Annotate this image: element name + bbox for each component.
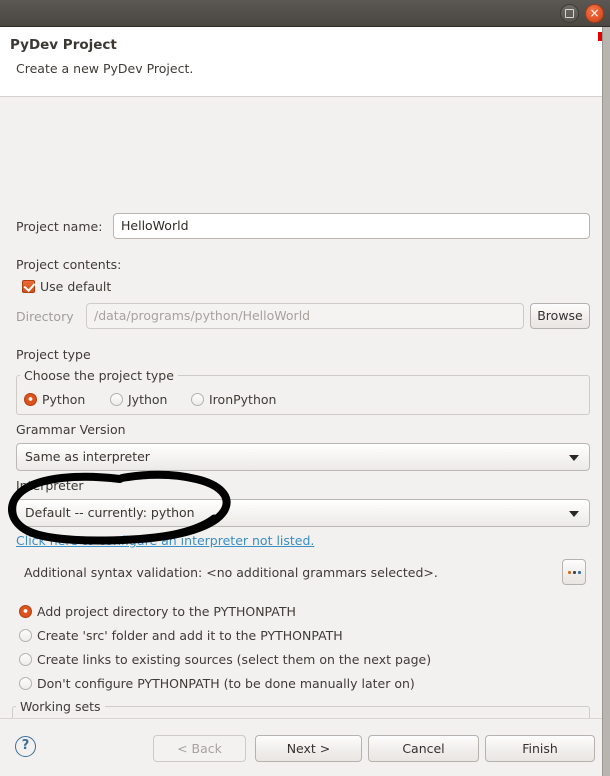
restore-icon bbox=[565, 9, 574, 18]
help-icon[interactable]: ? bbox=[15, 736, 36, 757]
radio-ironpython-label: IronPython bbox=[209, 392, 277, 407]
directory-label: Directory bbox=[16, 309, 74, 324]
dots-icon bbox=[568, 571, 571, 574]
chevron-down-icon bbox=[569, 455, 579, 461]
grammar-version-value: Same as interpreter bbox=[25, 449, 150, 464]
radio-dont-configure[interactable] bbox=[19, 677, 32, 690]
cancel-button[interactable]: Cancel bbox=[368, 735, 479, 762]
directory-input[interactable]: /data/programs/python/HelloWorld bbox=[86, 303, 524, 329]
use-default-label: Use default bbox=[40, 279, 112, 294]
window-titlebar: × bbox=[0, 0, 610, 27]
chevron-down-icon bbox=[569, 511, 579, 517]
radio-create-links[interactable] bbox=[19, 653, 32, 666]
radio-create-src-folder[interactable] bbox=[19, 629, 32, 642]
wizard-header: PyDev Project Create a new PyDev Project… bbox=[0, 27, 610, 97]
interpreter-value: Default -- currently: python bbox=[25, 505, 195, 520]
configure-interpreter-link[interactable]: Click here to configure an interpreter n… bbox=[16, 533, 314, 548]
radio-jython[interactable] bbox=[110, 393, 123, 406]
pydev-project-wizard-window: × PyDev Project Create a new PyDev Proje… bbox=[0, 0, 610, 776]
syntax-validation-label: Additional syntax validation: <no additi… bbox=[24, 565, 438, 580]
working-sets-group-title: Working sets bbox=[16, 699, 105, 714]
radio-dont-configure-label: Don't configure PYTHONPATH (to be done m… bbox=[37, 676, 415, 691]
project-type-label: Project type bbox=[16, 347, 91, 362]
back-button[interactable]: < Back bbox=[153, 735, 246, 762]
page-subtitle: Create a new PyDev Project. bbox=[16, 61, 194, 76]
project-contents-label: Project contents: bbox=[16, 257, 122, 272]
grammar-version-combo[interactable]: Same as interpreter bbox=[16, 443, 590, 471]
radio-add-project-dir-label: Add project directory to the PYTHONPATH bbox=[37, 604, 296, 619]
grammar-version-label: Grammar Version bbox=[16, 422, 126, 437]
radio-create-src-folder-label: Create 'src' folder and add it to the PY… bbox=[37, 628, 343, 643]
use-default-checkbox[interactable] bbox=[22, 280, 35, 293]
close-icon: × bbox=[589, 6, 600, 20]
page-title: PyDev Project bbox=[10, 37, 117, 53]
project-name-label: Project name: bbox=[16, 219, 103, 234]
radio-python-label: Python bbox=[42, 392, 86, 407]
window-right-edge bbox=[602, 27, 610, 776]
project-type-group-title: Choose the project type bbox=[20, 368, 178, 383]
project-name-input[interactable]: HelloWorld bbox=[113, 213, 590, 239]
wizard-footer: ? < Back Next > Cancel Finish bbox=[0, 718, 602, 776]
radio-ironpython[interactable] bbox=[191, 393, 204, 406]
radio-python[interactable] bbox=[24, 393, 37, 406]
finish-button[interactable]: Finish bbox=[485, 735, 595, 762]
next-button[interactable]: Next > bbox=[255, 735, 362, 762]
browse-button[interactable]: Browse bbox=[530, 303, 590, 329]
close-window-button[interactable]: × bbox=[585, 4, 604, 23]
radio-jython-label: Jython bbox=[128, 392, 168, 407]
syntax-validation-more-button[interactable] bbox=[562, 559, 586, 585]
interpreter-label: Interpreter bbox=[16, 478, 84, 493]
radio-add-project-dir[interactable] bbox=[19, 605, 32, 618]
radio-create-links-label: Create links to existing sources (select… bbox=[37, 652, 432, 667]
restore-window-button[interactable] bbox=[560, 4, 579, 23]
interpreter-combo[interactable]: Default -- currently: python bbox=[16, 499, 590, 527]
wizard-body: Project name: HelloWorld Project content… bbox=[0, 97, 610, 776]
